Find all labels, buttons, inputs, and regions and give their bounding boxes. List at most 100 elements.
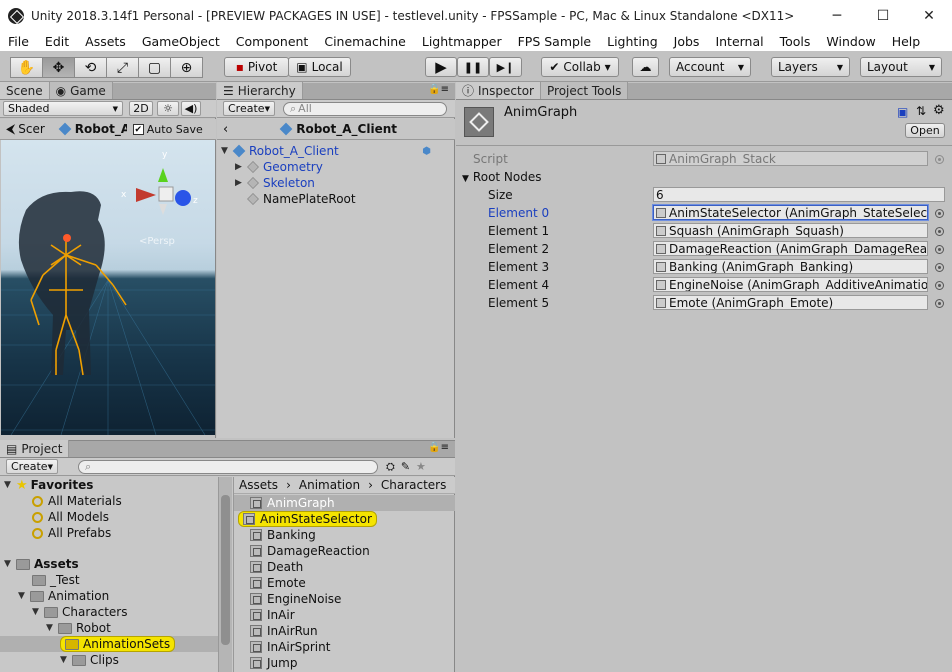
- object-picker-icon[interactable]: [935, 245, 944, 254]
- folder-item[interactable]: ▼ Animation: [18, 588, 109, 604]
- autosave-checkbox[interactable]: ✔: [132, 123, 144, 135]
- local-button[interactable]: ▣ Local: [288, 57, 351, 77]
- hierarchy-item-nameplate[interactable]: NamePlateRoot: [247, 191, 356, 207]
- file-item[interactable]: Death: [250, 559, 303, 575]
- back-arrow-icon[interactable]: ‹: [223, 122, 228, 137]
- step-button[interactable]: ▶❙: [489, 57, 522, 77]
- tab-hierarchy[interactable]: ☰ Hierarchy: [217, 82, 303, 99]
- tab-project-tools[interactable]: Project Tools: [541, 82, 629, 99]
- object-picker-icon[interactable]: [935, 263, 944, 272]
- menu-file[interactable]: File: [0, 34, 37, 49]
- file-item[interactable]: InAir: [250, 607, 295, 623]
- menu-jobs[interactable]: Jobs: [666, 34, 708, 49]
- folder-item[interactable]: ▼ Characters: [32, 604, 128, 620]
- element-3-field[interactable]: Banking (AnimGraph_Banking): [653, 259, 928, 274]
- hierarchy-search-input[interactable]: ⌕ All: [283, 101, 447, 116]
- folder-item[interactable]: _Test: [32, 572, 80, 588]
- folder-item[interactable]: ▼ Clips: [60, 652, 119, 668]
- account-dropdown[interactable]: Account ▼: [669, 57, 751, 77]
- audio-toggle-icon[interactable]: ◀): [181, 101, 201, 116]
- folder-item[interactable]: ▼ Robot: [46, 620, 111, 636]
- filter-label-icon[interactable]: ✎: [401, 460, 410, 473]
- pause-button[interactable]: ❚❚: [457, 57, 489, 77]
- light-toggle-icon[interactable]: ☼: [157, 101, 179, 116]
- close-button[interactable]: ✕: [906, 0, 952, 31]
- scrollbar-thumb[interactable]: [221, 495, 230, 645]
- play-button[interactable]: ▶: [425, 57, 457, 77]
- object-picker-icon[interactable]: [935, 299, 944, 308]
- axis-gizmo[interactable]: y x z <Persp: [121, 150, 198, 247]
- tab-inspector[interactable]: ⓘ Inspector: [456, 82, 541, 99]
- scene-viewport[interactable]: y x z <Persp: [1, 140, 215, 435]
- mode-2d-toggle[interactable]: 2D: [129, 101, 153, 116]
- file-item[interactable]: Emote: [250, 575, 306, 591]
- breadcrumb-item[interactable]: Characters: [381, 478, 447, 492]
- menu-edit[interactable]: Edit: [37, 34, 77, 49]
- menu-assets[interactable]: Assets: [77, 34, 134, 49]
- menu-tools[interactable]: Tools: [772, 34, 819, 49]
- element-2-field[interactable]: DamageReaction (AnimGraph_DamageReact: [653, 241, 928, 256]
- hierarchy-item-skeleton[interactable]: ▶ Skeleton: [235, 175, 315, 191]
- collapse-arrow-icon[interactable]: ▶: [235, 162, 247, 172]
- element-1-field[interactable]: Squash (AnimGraph_Squash): [653, 223, 928, 238]
- element-0-field[interactable]: AnimStateSelector (AnimGraph_StateSelect…: [653, 205, 928, 220]
- file-item[interactable]: InAirRun: [250, 623, 318, 639]
- pivot-button[interactable]: ▪ Pivot: [224, 57, 289, 77]
- favorite-item[interactable]: All Models: [32, 509, 109, 525]
- object-picker-icon[interactable]: [935, 227, 944, 236]
- collapse-arrow-icon[interactable]: ▶: [235, 178, 247, 188]
- expand-arrow-icon[interactable]: ▼: [221, 146, 233, 156]
- file-item[interactable]: InAirSprint: [250, 639, 330, 655]
- menu-lightmapper[interactable]: Lightmapper: [414, 34, 510, 49]
- layers-dropdown[interactable]: Layers ▼: [771, 57, 850, 77]
- size-input[interactable]: 6: [653, 187, 945, 202]
- filter-type-icon[interactable]: ⛭: [386, 460, 395, 474]
- file-item[interactable]: Jump: [250, 655, 297, 671]
- assets-foldout[interactable]: ▼ Assets: [4, 556, 79, 572]
- menu-component[interactable]: Component: [228, 34, 317, 49]
- rect-tool-icon[interactable]: ▢: [138, 57, 171, 78]
- hierarchy-item-geometry[interactable]: ▶ Geometry: [235, 159, 323, 175]
- shading-mode-dropdown[interactable]: Shaded ▼: [3, 101, 123, 116]
- cloud-button[interactable]: ☁: [632, 57, 659, 77]
- scene-tab-short[interactable]: Scer: [18, 122, 45, 136]
- object-picker-icon[interactable]: [935, 281, 944, 290]
- menu-internal[interactable]: Internal: [707, 34, 771, 49]
- tab-project[interactable]: ▤ Project: [0, 440, 70, 457]
- open-button[interactable]: Open: [905, 123, 945, 138]
- hand-tool-icon[interactable]: ✋: [10, 57, 43, 78]
- collab-button[interactable]: ✔ Collab ▾: [541, 57, 619, 77]
- hierarchy-item-root[interactable]: ▼ Robot_A_Client ⬢: [221, 143, 449, 159]
- folder-tree-scrollbar[interactable]: [218, 477, 232, 672]
- menu-lighting[interactable]: Lighting: [599, 34, 666, 49]
- transform-tool-icon[interactable]: ⊕: [170, 57, 203, 78]
- favorite-star-icon[interactable]: ★: [416, 460, 426, 473]
- menu-fps-sample[interactable]: FPS Sample: [510, 34, 600, 49]
- panel-menu-icon[interactable]: 🔒≡: [428, 442, 449, 453]
- perspective-label[interactable]: <Persp: [139, 236, 175, 247]
- tab-game[interactable]: ◉ Game: [49, 82, 113, 99]
- breadcrumb-item[interactable]: Animation: [299, 478, 360, 492]
- root-nodes-foldout[interactable]: ▼ Root Nodes: [462, 170, 542, 184]
- panel-menu-icon[interactable]: 🔒≡: [428, 84, 449, 95]
- move-tool-icon[interactable]: ✥: [42, 57, 75, 78]
- gear-icon[interactable]: ⚙: [933, 103, 945, 118]
- element-5-field[interactable]: Emote (AnimGraph_Emote): [653, 295, 928, 310]
- prefab-override-icon[interactable]: ⬢: [422, 146, 431, 157]
- folder-item-selected[interactable]: AnimationSets: [0, 636, 218, 652]
- object-picker-icon[interactable]: [935, 209, 944, 218]
- menu-cinemachine[interactable]: Cinemachine: [316, 34, 414, 49]
- file-item-selected[interactable]: AnimGraph: [234, 495, 455, 511]
- element-4-field[interactable]: EngineNoise (AnimGraph_AdditiveAnimation…: [653, 277, 928, 292]
- maximize-button[interactable]: ☐: [860, 0, 906, 31]
- menu-window[interactable]: Window: [818, 34, 883, 49]
- rotate-tool-icon[interactable]: ⟲: [74, 57, 107, 78]
- favorites-foldout[interactable]: ▼ ★ Favorites: [4, 477, 93, 493]
- project-search-input[interactable]: ⌕: [78, 459, 378, 474]
- tab-scene[interactable]: Scene: [0, 82, 50, 99]
- file-item[interactable]: DamageReaction: [250, 543, 370, 559]
- minimize-button[interactable]: ─: [814, 0, 860, 31]
- file-item[interactable]: Banking: [250, 527, 316, 543]
- favorite-item[interactable]: All Materials: [32, 493, 122, 509]
- menu-gameobject[interactable]: GameObject: [134, 34, 228, 49]
